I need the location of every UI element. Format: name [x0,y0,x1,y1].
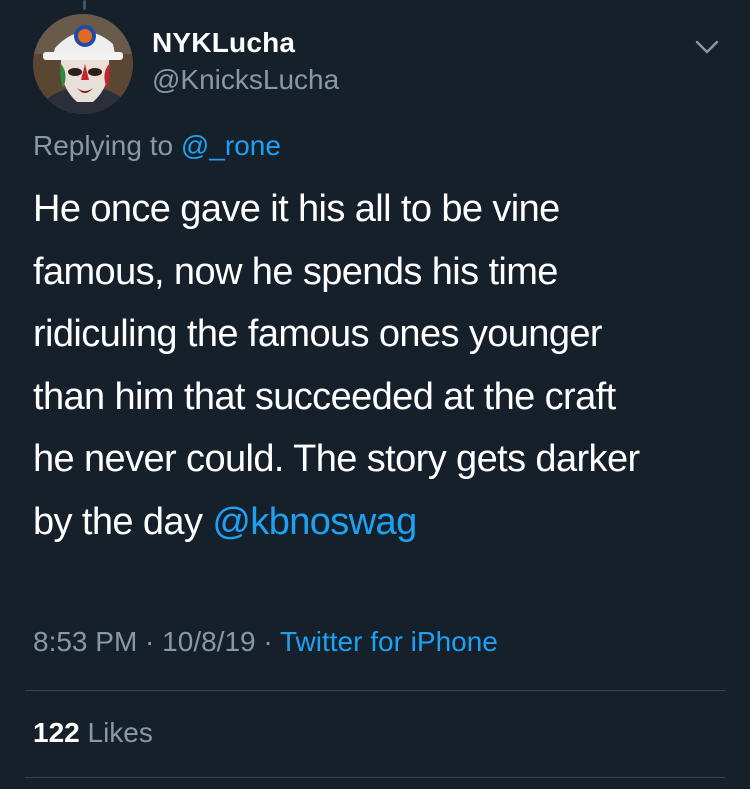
tweet-meta: 8:53 PM · 10/8/19 · Twitter for iPhone [33,626,498,658]
tweet-text-line: than him that succeeded at the craft [33,375,616,418]
tweet-text-line: He once gave it his all to be vine [33,188,560,230]
tweet-text: He once gave it his all to be vine famou… [33,178,723,553]
replying-to-label: Replying to [33,130,181,161]
tweet-mention-link[interactable]: @kbnoswag [212,501,417,543]
likes-count: 122 [33,717,80,748]
chevron-down-icon[interactable] [694,34,720,60]
tweet-source-link[interactable]: Twitter for iPhone [280,626,498,657]
thread-connector-line [83,0,86,10]
likes-label: Likes [79,717,153,748]
tweet-text-line-last: by the day @kbnoswag [33,491,723,554]
display-name[interactable]: NYKLucha [152,27,295,59]
divider [25,777,725,778]
likes-stat[interactable]: 122 Likes [33,717,153,749]
user-handle[interactable]: @KnicksLucha [152,64,339,96]
reply-mention-link[interactable]: @_rone [181,130,281,161]
lucha-mask-avatar-image [33,14,133,114]
avatar[interactable] [33,14,133,114]
tweet-text-line: ridiculing the famous ones younger [33,313,603,355]
divider [25,690,725,691]
tweet-text-line: famous, now he spends his time [33,250,558,293]
tweet-time: 8:53 PM [33,626,138,657]
tweet-text-line: he never could. The story gets darker [33,438,640,480]
meta-separator: · [255,626,280,657]
tweet-text-line: by the day [33,500,213,543]
meta-separator: · [137,626,163,657]
replying-to: Replying to @_rone [33,130,281,162]
tweet-date: 10/8/19 [162,626,256,657]
